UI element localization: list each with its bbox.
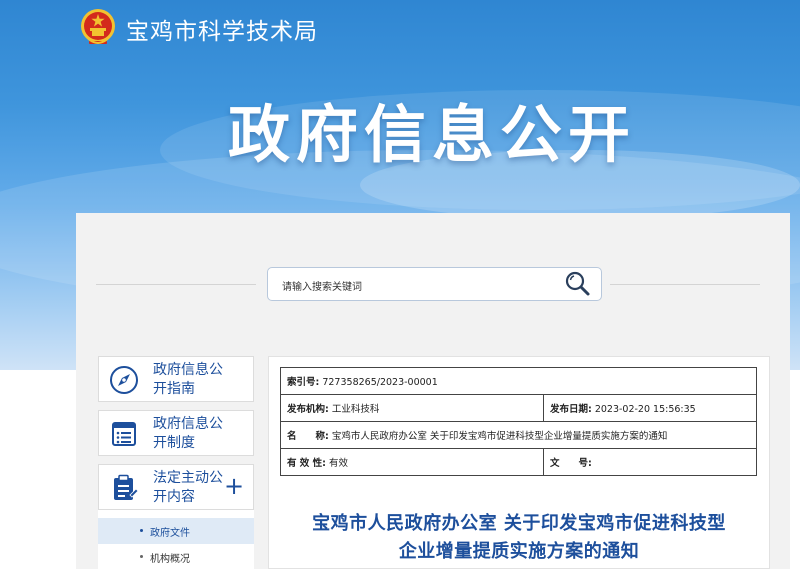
- name-cell: 名 称: 宝鸡市人民政府办公室 关于印发宝鸡市促进科技型企业增量提质实施方案的通…: [280, 421, 757, 449]
- document-title-line: 企业增量提质实施方案的通知: [398, 541, 640, 562]
- submenu-item-label: 机构概况: [150, 554, 190, 565]
- table-row: 有 效 性: 有效 文 号:: [280, 448, 758, 476]
- bullet-icon: [140, 529, 143, 532]
- divider: [96, 284, 256, 285]
- validity-cell: 有 效 性: 有效: [280, 448, 544, 476]
- expand-plus-icon[interactable]: +: [224, 474, 244, 498]
- search-icon[interactable]: [563, 270, 593, 298]
- table-row: 索引号: 727358265/2023-00001: [280, 367, 757, 395]
- index-label: 索引号:: [287, 377, 320, 388]
- sidebar-item-guide[interactable]: 政府信息公开指南: [98, 356, 254, 402]
- bullet-icon: [140, 555, 143, 558]
- date-cell: 发布日期: 2023-02-20 15:56:35: [542, 394, 758, 422]
- document-icon: [114, 474, 139, 500]
- list-icon: [112, 422, 136, 446]
- document-title-line: 宝鸡市人民政府办公室 关于印发宝鸡市促进科技型: [312, 513, 726, 534]
- table-row: 发布机构: 工业科技科 发布日期: 2023-02-20 15:56:35: [280, 394, 758, 422]
- name-value: 宝鸡市人民政府办公室 关于印发宝鸡市促进科技型企业增量提质实施方案的通知: [331, 431, 668, 442]
- search-input[interactable]: 请输入搜索关键词: [267, 267, 602, 301]
- banner-title: 政府信息公开: [228, 98, 637, 171]
- national-emblem-icon: [81, 9, 115, 45]
- date-value: 2023-02-20 15:56:35: [594, 404, 696, 415]
- validity-value: 有效: [328, 458, 348, 469]
- sidebar-item-label: 政府信息公开指南: [153, 362, 223, 397]
- sidebar-item-label: 法定主动公开内容: [153, 470, 223, 505]
- document-info-table: 索引号: 727358265/2023-00001 发布机构: 工业科技科 发布…: [280, 367, 758, 476]
- sidebar-submenu: 政府文件 机构概况: [98, 510, 254, 569]
- divider: [610, 284, 760, 285]
- name-label: 名 称:: [287, 431, 329, 442]
- table-row: 名 称: 宝鸡市人民政府办公室 关于印发宝鸡市促进科技型企业增量提质实施方案的通…: [280, 421, 757, 449]
- submenu-item-label: 政府文件: [150, 528, 190, 539]
- docno-label: 文 号:: [549, 458, 592, 469]
- validity-label: 有 效 性:: [287, 458, 326, 469]
- index-cell: 索引号: 727358265/2023-00001: [280, 367, 757, 395]
- submenu-item-gov-docs[interactable]: 政府文件: [98, 518, 254, 544]
- document-title: 宝鸡市人民政府办公室 关于印发宝鸡市促进科技型 企业增量提质实施方案的通知: [268, 510, 770, 566]
- sidebar-item-label: 政府信息公开制度: [153, 416, 223, 451]
- publisher-value: 工业科技科: [331, 404, 380, 415]
- sidebar-item-system[interactable]: 政府信息公开制度: [98, 410, 254, 456]
- site-name[interactable]: 宝鸡市科学技术局: [126, 12, 318, 46]
- sidebar-item-public-content[interactable]: 法定主动公开内容 +: [98, 464, 254, 510]
- docno-cell: 文 号:: [542, 448, 758, 476]
- submenu-item-org-overview[interactable]: 机构概况: [98, 544, 254, 569]
- date-label: 发布日期:: [549, 404, 592, 415]
- compass-icon: [110, 366, 138, 394]
- publisher-label: 发布机构:: [287, 404, 329, 415]
- search-placeholder: 请输入搜索关键词: [282, 282, 362, 293]
- page: 宝鸡市科学技术局 政府信息公开 请输入搜索关键词 政府信息公开指南 政府信息公开…: [0, 0, 800, 569]
- index-value: 727358265/2023-00001: [322, 377, 438, 388]
- publisher-cell: 发布机构: 工业科技科: [280, 394, 544, 422]
